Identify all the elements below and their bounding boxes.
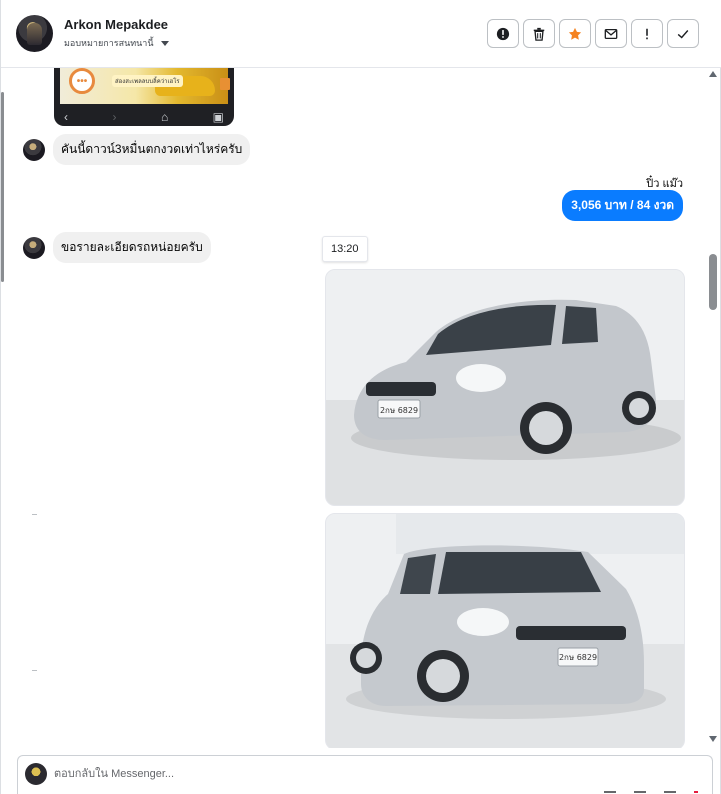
delete-button[interactable]: [523, 19, 555, 48]
car-photo-image: 2กษ 6829: [326, 270, 684, 505]
star-button[interactable]: [559, 19, 591, 48]
envelope-icon: [604, 28, 618, 39]
spam-button[interactable]: [631, 19, 663, 48]
tabs-icon: ▣: [212, 110, 224, 124]
mark-unread-button[interactable]: [595, 19, 627, 48]
reply-composer: [17, 755, 713, 794]
thread-header: Arkon Mepakdee มอบหมายการสนทนานี้: [1, 0, 721, 68]
contact-name[interactable]: Arkon Mepakdee: [64, 17, 168, 32]
message-list[interactable]: ส่องสะเพลลบบลิ้คว่าเฮโร ••• ‹ › ⌂ ▣ คันน…: [1, 68, 721, 748]
license-plate-text: 2กษ 6829: [380, 406, 418, 415]
car-photo-attachment[interactable]: 2กษ 6829: [325, 269, 685, 506]
assign-conversation-dropdown[interactable]: มอบหมายการสนทนานี้: [64, 36, 169, 50]
timestamp-tooltip: 13:20: [322, 236, 368, 262]
report-button[interactable]: [487, 19, 519, 48]
scroll-down-arrow-icon[interactable]: [709, 736, 717, 742]
alert-circle-icon: [496, 27, 510, 40]
page-avatar: [25, 763, 47, 785]
trash-icon: [533, 27, 545, 41]
panel-edge-indicator: [1, 92, 4, 282]
reply-input[interactable]: [54, 764, 504, 784]
shared-screenshot-attachment[interactable]: ส่องสะเพลลบบลิ้คว่าเฮโร ••• ‹ › ⌂ ▣: [54, 68, 234, 126]
star-icon: [568, 27, 582, 40]
incoming-message-bubble[interactable]: ขอรายละเอียดรถหน่อยครับ: [53, 232, 211, 263]
home-icon: ⌂: [160, 110, 169, 124]
message-list-scrollbar[interactable]: [706, 68, 720, 748]
back-icon: ‹: [64, 110, 68, 124]
divider-dot: [32, 670, 37, 671]
contact-avatar-small: [23, 138, 45, 161]
contact-avatar[interactable]: [16, 15, 53, 52]
contact-avatar-small: [23, 236, 45, 259]
car-photo-image: 2กษ 6829: [326, 514, 684, 748]
scroll-up-arrow-icon[interactable]: [709, 71, 717, 77]
divider-dot: [32, 514, 37, 515]
thread-actions-toolbar: [487, 19, 699, 48]
message-row-incoming: ขอรายละเอียดรถหน่อยครับ: [23, 232, 211, 263]
forward-icon: ›: [112, 110, 117, 124]
car-photo-attachment[interactable]: 2กษ 6829: [325, 513, 685, 748]
exclamation-icon: [646, 28, 648, 39]
check-icon: [677, 29, 689, 38]
license-plate-text: 2กษ 6829: [559, 653, 597, 662]
chat-bubble-icon: •••: [69, 68, 95, 94]
screenshot-promo-text: ส่องสะเพลลบบลิ้คว่าเฮโร: [112, 75, 183, 87]
chevron-icon: [220, 78, 230, 90]
assign-label: มอบหมายการสนทนานี้: [64, 38, 154, 48]
message-row-incoming: คันนี้ดาวน์3หมื่นตกงวดเท่าไหร่ครับ: [23, 134, 251, 165]
phone-navbar: ‹ › ⌂ ▣: [54, 108, 234, 126]
outgoing-message-bubble[interactable]: 3,056 บาท / 84 งวด: [562, 190, 683, 221]
messenger-inbox-thread: Arkon Mepakdee มอบหมายการสนทนานี้ ส่องสะ…: [0, 0, 721, 794]
incoming-message-bubble[interactable]: คันนี้ดาวน์3หมื่นตกงวดเท่าไหร่ครับ: [53, 134, 251, 165]
scroll-thumb[interactable]: [709, 254, 717, 310]
mark-done-button[interactable]: [667, 19, 699, 48]
caret-down-icon: [160, 40, 169, 46]
